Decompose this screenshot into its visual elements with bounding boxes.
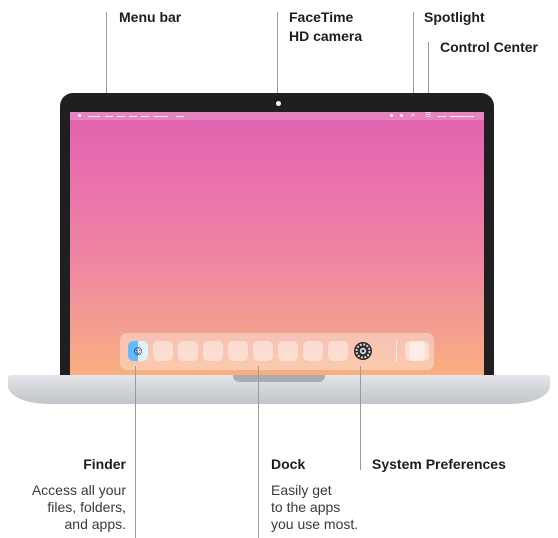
status-icon[interactable] <box>390 114 393 117</box>
finder-label: Finder <box>83 456 126 472</box>
dock-leader <box>258 366 259 538</box>
system-preferences-leader <box>360 366 361 470</box>
system-preferences-label: System Preferences <box>372 456 506 472</box>
menu-item[interactable] <box>88 115 100 117</box>
menu-item[interactable] <box>105 115 113 117</box>
dock: ☺ <box>120 333 434 370</box>
finder-leader <box>135 366 136 538</box>
control-center-icon[interactable]: ☰ <box>425 112 431 120</box>
menu-bar-label: Menu bar <box>119 9 182 25</box>
dock-app-icon[interactable] <box>203 341 223 361</box>
menu-item[interactable] <box>129 115 137 117</box>
dock-app-icon[interactable] <box>303 341 323 361</box>
dock-separator <box>396 341 397 362</box>
laptop-base <box>8 375 550 404</box>
dock-app-icon[interactable] <box>228 341 248 361</box>
dock-label: Dock <box>271 456 306 472</box>
menu-item[interactable] <box>154 115 168 117</box>
facetime-label-line2: HD camera <box>289 28 363 44</box>
dock-desc-line3: you use most. <box>271 516 359 532</box>
finder-icon[interactable]: ☺ <box>128 341 148 361</box>
menu-item[interactable] <box>141 115 149 117</box>
dock-app-icon[interactable] <box>153 341 173 361</box>
search-icon[interactable]: ⌕ <box>411 112 415 120</box>
menu-item[interactable] <box>176 115 184 117</box>
status-item[interactable] <box>438 115 446 117</box>
dock-app-icon[interactable] <box>178 341 198 361</box>
facetime-label-line1: FaceTime <box>289 9 354 25</box>
dock-app-icon[interactable] <box>328 341 348 361</box>
menu-item[interactable] <box>117 115 125 117</box>
apple-menu-icon[interactable] <box>78 114 81 117</box>
camera-leader <box>277 12 278 96</box>
dock-app-icon[interactable] <box>278 341 298 361</box>
clock-item[interactable] <box>450 115 474 117</box>
control-center-label: Control Center <box>440 39 538 55</box>
camera-icon <box>276 101 281 106</box>
status-icon[interactable] <box>400 114 403 117</box>
spotlight-label: Spotlight <box>424 9 485 25</box>
menu-bar[interactable]: ⌕ ☰ <box>70 112 484 120</box>
trackpad-notch <box>233 375 325 382</box>
dock-app-icon[interactable] <box>409 341 429 361</box>
dock-app-icon[interactable] <box>253 341 273 361</box>
finder-desc-line3: and apps. <box>64 516 127 532</box>
gear-icon[interactable] <box>353 341 373 361</box>
